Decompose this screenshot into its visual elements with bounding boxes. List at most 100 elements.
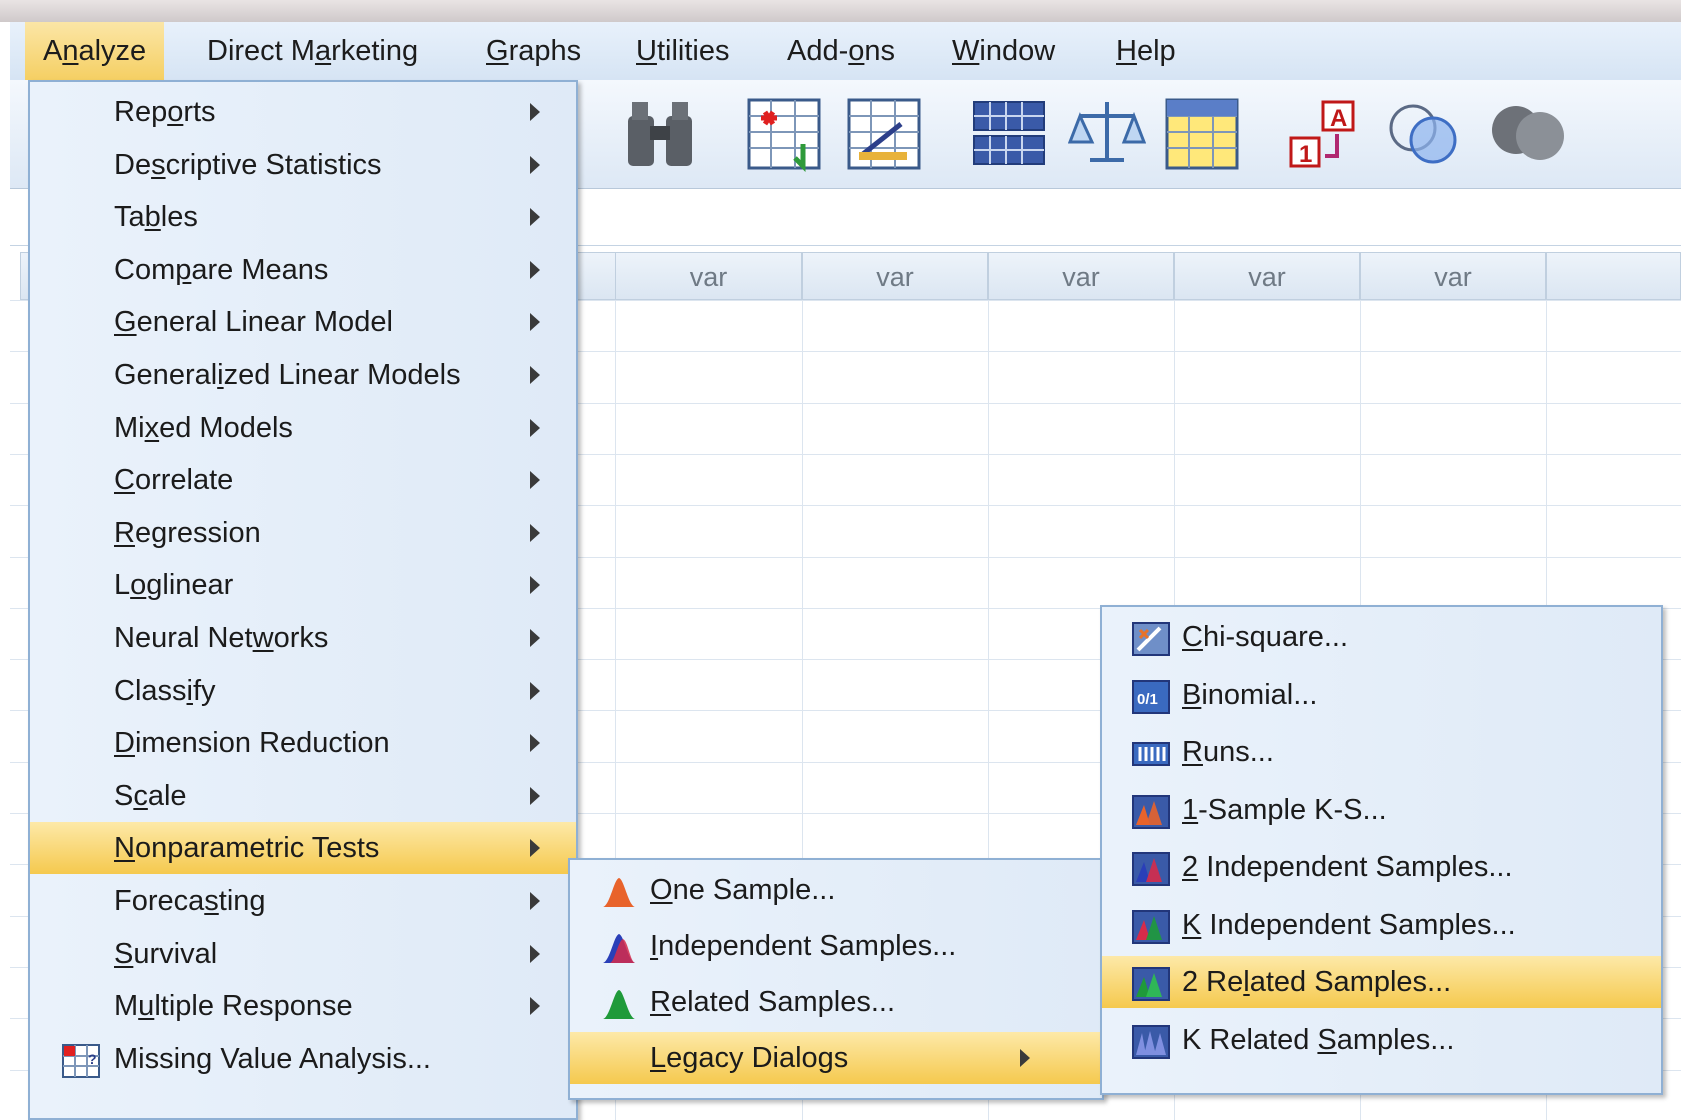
use-sets-icon[interactable] [1385, 96, 1463, 172]
legacy-item-binomial[interactable]: 0/1 Binomial... [1102, 669, 1661, 721]
column-header-partial [1546, 252, 1681, 300]
missing-value-icon: ? [62, 1043, 100, 1078]
menu-item-classify[interactable]: Classify [30, 665, 576, 717]
legacy-dialogs-submenu: Chi-square... 0/1 Binomial... Runs... 1-Sam… [1100, 605, 1663, 1095]
menu-item-label: Loglinear [114, 569, 234, 602]
menu-item-regression[interactable]: Regression [30, 507, 576, 559]
chevron-right-icon [530, 366, 540, 384]
submenu-item-related-samples[interactable]: Related Samples... [570, 976, 1102, 1028]
legacy-item-2-related-samples[interactable]: 2 Related Samples... [1102, 956, 1661, 1008]
menu-item-label: One Sample... [650, 874, 836, 906]
legacy-item-chi-square[interactable]: Chi-square... [1102, 611, 1661, 663]
show-all-variables-icon[interactable] [1488, 96, 1566, 172]
menubar-item-utilities[interactable]: Utilities [636, 22, 729, 80]
svg-text:0/1: 0/1 [1137, 691, 1158, 708]
insert-cases-icon[interactable] [745, 96, 823, 173]
value-labels-icon[interactable]: A1 [1285, 96, 1363, 172]
column-header-var[interactable]: var [1360, 252, 1546, 300]
menu-item-dimension-reduction[interactable]: Dimension Reduction [30, 717, 576, 769]
k-independent-samples-icon [1132, 909, 1170, 944]
chi-square-icon [1132, 621, 1170, 656]
legacy-item-2-independent-samples[interactable]: 2 Independent Samples... [1102, 841, 1661, 893]
menu-item-missing-value-analysis[interactable]: ? Missing Value Analysis... [30, 1033, 576, 1085]
two-related-samples-icon [1132, 966, 1170, 1001]
menu-item-general-linear-model[interactable]: General Linear Model [30, 296, 576, 348]
column-header-var[interactable]: var [988, 252, 1174, 300]
menu-item-compare-means[interactable]: Compare Means [30, 244, 576, 296]
select-cases-icon[interactable] [1163, 96, 1241, 172]
runs-icon [1132, 736, 1170, 770]
chevron-right-icon [530, 892, 540, 910]
menu-item-neural-networks[interactable]: Neural Networks [30, 612, 576, 664]
legacy-item-1-sample-k-s[interactable]: 1-Sample K-S... [1102, 784, 1661, 836]
menu-item-label: Forecasting [114, 885, 266, 917]
menubar-item-graphs[interactable]: Graphs [486, 22, 581, 80]
svg-text:A: A [1330, 105, 1347, 132]
chevron-right-icon [1020, 1049, 1030, 1067]
menu-item-label: Binomial... [1182, 678, 1318, 711]
binoculars-icon[interactable] [622, 96, 700, 172]
menu-item-descriptive-statistics[interactable]: Descriptive Statistics [30, 139, 576, 191]
weight-cases-icon[interactable] [1067, 96, 1147, 172]
chevron-right-icon [530, 576, 540, 595]
menu-item-label: Related Samples... [650, 986, 896, 1018]
menu-item-label: Regression [114, 516, 261, 549]
menubar-item-add-ons[interactable]: Add-ons [787, 22, 895, 80]
submenu-item-one-sample[interactable]: One Sample... [570, 864, 1102, 916]
legacy-item-k-related-samples[interactable]: K Related Samples... [1102, 1014, 1661, 1066]
menu-item-label: 2 Related Samples... [1182, 966, 1452, 998]
menubar-item-direct-marketing[interactable]: Direct Marketing [207, 22, 418, 80]
menu-item-correlate[interactable]: Correlate [30, 454, 576, 506]
menu-item-reports[interactable]: Reports [30, 86, 576, 138]
menu-item-label: Multiple Response [114, 990, 353, 1023]
related-samples-icon [600, 986, 638, 1020]
menu-item-generalized-linear-models[interactable]: Generalized Linear Models [30, 349, 576, 401]
menu-item-label: Chi-square... [1182, 621, 1349, 653]
menu-item-nonparametric-tests[interactable]: Nonparametric Tests [30, 822, 576, 875]
menu-item-label: Correlate [114, 464, 234, 497]
chevron-right-icon [530, 839, 540, 858]
split-file-icon[interactable] [970, 96, 1048, 172]
menu-item-label: Classify [114, 674, 216, 707]
menubar-item-analyze[interactable]: Analyze [25, 22, 165, 80]
column-header-var[interactable]: var [802, 252, 988, 300]
insert-variable-icon[interactable] [845, 96, 923, 172]
column-header-var[interactable]: var [615, 252, 802, 300]
legacy-item-runs[interactable]: Runs... [1102, 726, 1661, 778]
analyze-menu: Reports Descriptive Statistics Tables Compa… [28, 80, 578, 1120]
chevron-right-icon [530, 313, 540, 332]
menu-item-label: K Related Samples... [1182, 1023, 1455, 1056]
menu-bar: Analyze Direct Marketing Graphs Utilities Ad… [10, 22, 1681, 81]
chevron-right-icon [530, 418, 540, 437]
menu-item-label: Mixed Models [114, 411, 293, 444]
menu-item-label: 1-Sample K-S... [1182, 793, 1387, 826]
menu-item-scale[interactable]: Scale [30, 770, 576, 822]
menu-item-mixed-models[interactable]: Mixed Models [30, 402, 576, 454]
window-title-strip [0, 0, 1681, 22]
menu-item-label: Generalized Linear Models [114, 359, 461, 391]
menu-item-forecasting[interactable]: Forecasting [30, 875, 576, 927]
menu-item-label: K Independent Samples... [1182, 908, 1516, 941]
menu-item-label: Legacy Dialogs [650, 1042, 849, 1074]
menubar-item-window[interactable]: Window [952, 22, 1055, 80]
submenu-item-legacy-dialogs[interactable]: Legacy Dialogs [570, 1032, 1102, 1084]
menu-item-tables[interactable]: Tables [30, 191, 576, 243]
chevron-right-icon [530, 786, 540, 805]
nonparametric-tests-submenu: One Sample... Independent Samples... Relat… [568, 858, 1104, 1100]
chevron-right-icon [530, 471, 540, 490]
menu-item-label: Tables [114, 201, 198, 234]
menu-item-label: General Linear Model [114, 306, 393, 339]
submenu-item-independent-samples[interactable]: Independent Samples... [570, 920, 1102, 972]
binomial-icon: 0/1 [1132, 679, 1170, 714]
column-header-var[interactable]: var [1174, 252, 1360, 300]
chevron-right-icon [530, 734, 540, 753]
menubar-item-help[interactable]: Help [1116, 22, 1176, 80]
menu-item-label: 2 Independent Samples... [1182, 851, 1513, 883]
menu-item-loglinear[interactable]: Loglinear [30, 559, 576, 611]
menu-item-multiple-response[interactable]: Multiple Response [30, 980, 576, 1032]
chevron-right-icon [530, 260, 540, 279]
chevron-right-icon [530, 208, 540, 227]
two-independent-samples-icon [1132, 851, 1170, 886]
legacy-item-k-independent-samples[interactable]: K Independent Samples... [1102, 899, 1661, 951]
menu-item-survival[interactable]: Survival [30, 928, 576, 980]
